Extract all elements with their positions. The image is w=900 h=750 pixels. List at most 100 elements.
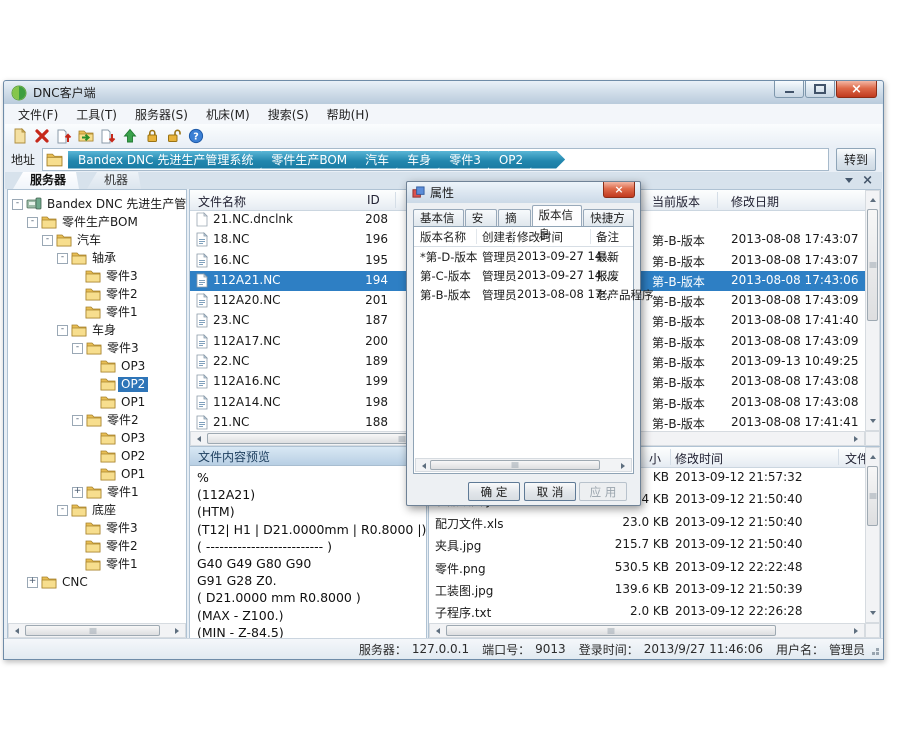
tree-item-零件1[interactable]: 零件1: [8, 303, 186, 321]
tree-item-OP2[interactable]: OP2: [8, 375, 186, 393]
menu-item-1[interactable]: 文件(F): [9, 104, 67, 125]
tree-item-OP3[interactable]: OP3: [8, 429, 186, 447]
tree-item-汽车[interactable]: -汽车: [8, 231, 186, 249]
column-file-name[interactable]: 文件名称: [198, 193, 246, 210]
new-file-icon[interactable]: [10, 127, 29, 145]
file-id: 195: [330, 253, 388, 267]
menu-item-3[interactable]: 服务器(S): [126, 104, 197, 125]
breadcrumb-segment-1[interactable]: Bandex DNC 先进生产管理系统: [68, 151, 269, 169]
tree-item-车身[interactable]: -车身: [8, 321, 186, 339]
attachment-hscrollbar[interactable]: [429, 623, 865, 638]
nc-file-icon: [195, 415, 209, 430]
tree-item-OP3[interactable]: OP3: [8, 357, 186, 375]
column-id[interactable]: ID: [367, 193, 380, 207]
close-button[interactable]: ×: [836, 81, 877, 98]
minimize-button[interactable]: [774, 81, 804, 98]
column-modified-time[interactable]: 修改时间: [675, 450, 723, 467]
dialog-tab-1[interactable]: 基本信息: [413, 209, 464, 226]
file-list-vscrollbar[interactable]: [865, 190, 880, 431]
collapse-toggle[interactable]: -: [12, 199, 23, 210]
tree-item-零件1[interactable]: 零件1: [8, 555, 186, 573]
attachment-row-零件.png[interactable]: 零件.png530.5 KB2013-09-12 22:22:48: [429, 557, 865, 579]
upload-icon[interactable]: [120, 127, 139, 145]
expand-toggle[interactable]: +: [72, 487, 83, 498]
maximize-button[interactable]: [805, 81, 835, 98]
tree-item-Bandex DNC 先进生产管理系统[interactable]: -Bandex DNC 先进生产管理系统: [8, 195, 186, 213]
tree-hscrollbar[interactable]: [8, 623, 186, 638]
menu-item-6[interactable]: 帮助(H): [318, 104, 378, 125]
nc-file-icon: [195, 374, 209, 389]
address-input[interactable]: Bandex DNC 先进生产管理系统零件生产BOM汽车车身零件3OP2: [42, 148, 829, 171]
column-size[interactable]: 小: [649, 450, 661, 467]
attachment-row-子程序.txt[interactable]: 子程序.txt2.0 KB2013-09-12 22:26:28: [429, 601, 865, 623]
attachment-vscrollbar[interactable]: [865, 447, 880, 623]
tree-item-零件2[interactable]: -零件2: [8, 411, 186, 429]
resize-grip[interactable]: [876, 652, 879, 655]
folder-icon: [100, 377, 116, 391]
tree-item-轴承[interactable]: -轴承: [8, 249, 186, 267]
tree-label: 零件2: [103, 287, 141, 302]
cancel-button[interactable]: 取 消: [524, 482, 576, 501]
collapse-toggle[interactable]: -: [72, 343, 83, 354]
dialog-tab-4[interactable]: 版本信息: [532, 205, 583, 226]
attachment-row-工装图.jpg[interactable]: 工装图.jpg139.6 KB2013-09-12 21:50:39: [429, 579, 865, 601]
expand-toggle[interactable]: +: [27, 577, 38, 588]
unlock-icon[interactable]: [164, 127, 183, 145]
tree-item-底座[interactable]: -底座: [8, 501, 186, 519]
breadcrumb-segment-2[interactable]: 零件生产BOM: [261, 151, 363, 169]
send-folder-icon[interactable]: [76, 127, 95, 145]
tab-machine[interactable]: 机器: [87, 172, 141, 189]
collapse-toggle[interactable]: -: [57, 505, 68, 516]
column-version-name[interactable]: 版本名称: [420, 229, 466, 245]
breadcrumb-segment-5[interactable]: 零件3: [439, 151, 497, 169]
version-rows: *第-D-版本管理员2013-09-27 14:...最新第-C-版本管理员20…: [414, 247, 633, 304]
title-bar[interactable]: DNC客户端 ×: [4, 81, 883, 104]
tree-item-零件3[interactable]: -零件3: [8, 339, 186, 357]
column-note[interactable]: 备注: [596, 229, 619, 245]
version-name: 第-B-版本: [420, 287, 471, 303]
help-icon[interactable]: ?: [186, 127, 205, 145]
menu-item-4[interactable]: 机床(M): [197, 104, 259, 125]
dialog-hscrollbar[interactable]: [415, 458, 632, 472]
version-row-1[interactable]: *第-D-版本管理员2013-09-27 14:...最新: [414, 247, 633, 266]
dialog-close-button[interactable]: ×: [603, 182, 635, 198]
tree-item-OP1[interactable]: OP1: [8, 393, 186, 411]
tree-item-零件2[interactable]: 零件2: [8, 285, 186, 303]
checkin-icon[interactable]: [54, 127, 73, 145]
menu-item-5[interactable]: 搜索(S): [259, 104, 318, 125]
collapse-toggle[interactable]: -: [72, 415, 83, 426]
tab-server[interactable]: 服务器: [13, 172, 79, 189]
attachment-row-配刀文件.xls[interactable]: 配刀文件.xls23.0 KB2013-09-12 21:50:40: [429, 512, 865, 534]
tree-item-零件3[interactable]: 零件3: [8, 267, 186, 285]
collapse-toggle[interactable]: -: [42, 235, 53, 246]
dialog-tab-2[interactable]: 安全: [465, 209, 497, 226]
tree-item-OP1[interactable]: OP1: [8, 465, 186, 483]
collapse-toggle[interactable]: -: [27, 217, 38, 228]
tree-item-OP2[interactable]: OP2: [8, 447, 186, 465]
checkout-icon[interactable]: [98, 127, 117, 145]
chevron-down-icon[interactable]: [845, 178, 853, 187]
collapse-toggle[interactable]: -: [57, 325, 68, 336]
menu-item-2[interactable]: 工具(T): [67, 104, 126, 125]
delete-icon[interactable]: [32, 127, 51, 145]
column-current-version[interactable]: 当前版本: [652, 193, 700, 210]
tree-item-零件2[interactable]: 零件2: [8, 537, 186, 555]
column-modified-date[interactable]: 修改日期: [731, 193, 779, 210]
close-view-icon[interactable]: ×: [862, 174, 873, 187]
attachment-row-夹具.jpg[interactable]: 夹具.jpg215.7 KB2013-09-12 21:50:40: [429, 534, 865, 556]
tree-item-零件3[interactable]: 零件3: [8, 519, 186, 537]
tree-item-零件1[interactable]: +零件1: [8, 483, 186, 501]
preview-line: (MAX - Z100.): [197, 607, 419, 624]
tree-item-零件生产BOM[interactable]: -零件生产BOM: [8, 213, 186, 231]
go-button[interactable]: 转到: [836, 148, 876, 171]
dialog-title-bar[interactable]: 属性 ×: [407, 182, 640, 203]
dialog-tab-3[interactable]: 摘要: [498, 209, 530, 226]
version-row-2[interactable]: 第-C-版本管理员2013-09-27 14:...报废: [414, 266, 633, 285]
version-row-3[interactable]: 第-B-版本管理员2013-08-08 17:...老产品程序: [414, 285, 633, 304]
ok-button[interactable]: 确 定: [468, 482, 520, 501]
dialog-tab-5[interactable]: 快捷方式: [583, 209, 634, 226]
file-name: 112A21.NC: [213, 273, 281, 287]
tree-item-CNC[interactable]: +CNC: [8, 573, 186, 591]
lock-icon[interactable]: [142, 127, 161, 145]
collapse-toggle[interactable]: -: [57, 253, 68, 264]
